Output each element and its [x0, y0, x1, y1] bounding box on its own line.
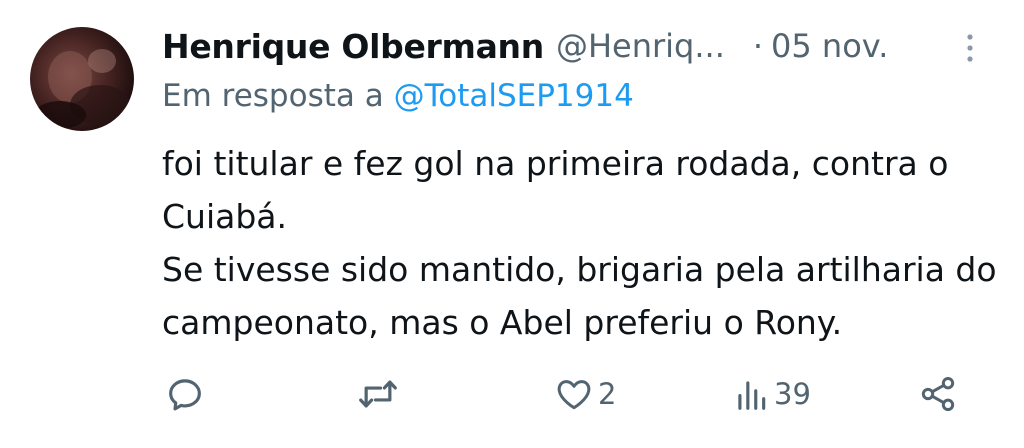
tweet-date[interactable]: 05 nov. — [771, 27, 888, 65]
avatar[interactable] — [30, 27, 134, 131]
reply-mention-link[interactable]: @TotalSEP1914 — [394, 78, 634, 114]
reply-context: Em resposta a @TotalSEP1914 — [162, 78, 634, 114]
reply-button[interactable] — [164, 366, 210, 422]
like-button[interactable]: 2 — [554, 366, 616, 422]
views-count: 39 — [774, 377, 811, 411]
action-bar: 2 39 — [0, 366, 1024, 422]
retweet-button[interactable] — [356, 366, 404, 422]
tweet-paragraph: Se tivesse sido mantido, brigaria pela a… — [162, 250, 997, 342]
heart-icon — [557, 380, 591, 410]
tweet-text: foi titular e fez gol na primeira rodada… — [162, 137, 1012, 349]
display-name[interactable]: Henrique Olbermann — [162, 27, 544, 66]
share-icon — [921, 377, 955, 411]
share-button[interactable] — [918, 366, 962, 422]
tweet-paragraph: foi titular e fez gol na primeira rodada… — [162, 144, 949, 236]
reply-icon — [169, 379, 201, 411]
retweet-icon — [359, 380, 397, 408]
tweet-header: Henrique Olbermann @Henriq... · 05 nov. — [162, 22, 1002, 70]
user-handle[interactable]: @Henriq... — [556, 27, 725, 65]
avatar-photo — [34, 49, 130, 129]
views-button[interactable]: 39 — [732, 366, 811, 422]
header-separator: · — [752, 27, 764, 65]
reply-prefix: Em resposta a — [162, 78, 394, 114]
more-vertical-icon — [967, 34, 973, 62]
views-icon — [738, 381, 766, 410]
like-count: 2 — [598, 377, 617, 411]
more-options-button[interactable] — [958, 28, 982, 68]
